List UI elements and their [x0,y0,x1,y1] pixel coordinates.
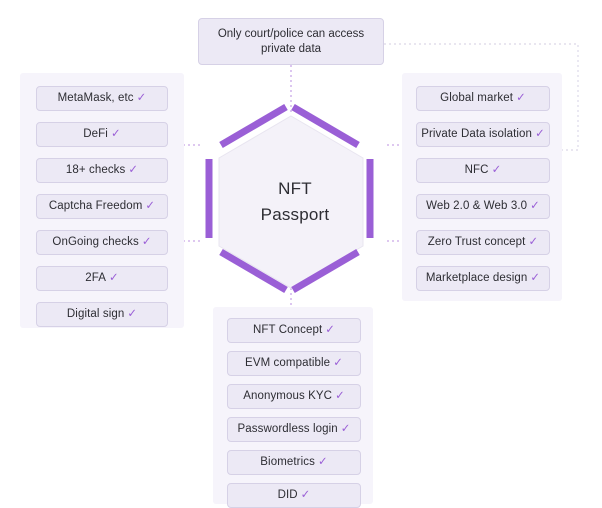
pill-label: DeFi [83,128,108,140]
pill-label: OnGoing checks [52,236,139,248]
check-icon: ✓ [516,92,526,104]
check-icon: ✓ [136,92,147,104]
pill-label: Marketplace design [425,272,528,284]
check-icon: ✓ [530,200,540,212]
check-icon: ✓ [535,128,545,140]
panel-left: MetaMask, etc ✓ DeFi ✓ 18+ checks ✓ Captcha… [20,73,184,328]
check-icon: ✓ [317,456,328,468]
pill-ongoing-checks[interactable]: OnGoing checks ✓ [36,230,168,255]
pill-label: Web 2.0 & Web 3.0 [426,200,528,212]
check-icon: ✓ [333,357,343,369]
check-icon: ✓ [145,200,156,212]
check-icon: ✓ [325,324,336,336]
pill-marketplace-design[interactable]: Marketplace design ✓ [416,266,550,291]
check-icon: ✓ [530,272,541,284]
pill-did[interactable]: DID ✓ [227,483,361,508]
pill-label: Global market [440,92,514,104]
pill-private-data-isolation[interactable]: Private Data isolation ✓ [416,122,550,147]
pill-zero-trust-concept[interactable]: Zero Trust concept ✓ [416,230,550,255]
panel-right: Global market ✓ Private Data isolation ✓ N… [402,73,562,301]
check-icon: ✓ [110,128,121,140]
check-icon: ✓ [528,236,539,248]
pill-evm-compatible[interactable]: EVM compatible ✓ [227,351,361,376]
pill-label: Zero Trust concept [427,236,526,248]
pill-global-market[interactable]: Global market ✓ [416,86,550,111]
pill-biometrics[interactable]: Biometrics ✓ [227,450,361,475]
panel-bottom: NFT Concept ✓ EVM compatible ✓ Anonymous K… [213,307,373,508]
check-icon: ✓ [109,272,119,284]
pill-defi[interactable]: DeFi ✓ [36,122,168,147]
pill-nft-concept[interactable]: NFT Concept ✓ [227,318,361,343]
pill-label: Passwordless login [237,423,338,435]
pill-digital-sign[interactable]: Digital sign ✓ [36,302,168,327]
check-icon: ✓ [340,423,351,435]
pill-label: Digital sign [66,308,125,320]
pill-2fa[interactable]: 2FA ✓ [36,266,168,291]
pill-label: 2FA [85,272,106,284]
pill-label: Captcha Freedom [48,200,143,212]
pill-captcha-freedom[interactable]: Captcha Freedom ✓ [36,194,168,219]
pill-metamask[interactable]: MetaMask, etc ✓ [36,86,168,111]
pill-passwordless-login[interactable]: Passwordless login ✓ [227,417,361,442]
pill-nfc[interactable]: NFC ✓ [416,158,550,183]
nft-passport-diagram: Only court/police can access private dat… [0,0,602,508]
pill-label: 18+ checks [65,164,126,176]
pill-label: EVM compatible [245,357,331,369]
check-icon: ✓ [127,308,138,320]
pill-label: MetaMask, etc [57,92,134,104]
check-icon: ✓ [491,164,502,176]
callout-text: Only court/police can access private dat… [217,27,365,55]
pill-label: Anonymous KYC [243,390,333,402]
check-icon: ✓ [128,164,139,176]
pill-label: NFC [464,164,489,176]
central-hexagon: NFT Passport [203,104,387,300]
pill-web20-web30[interactable]: Web 2.0 & Web 3.0 ✓ [416,194,550,219]
hexagon-label: NFT Passport [203,104,387,300]
pill-label: NFT Concept [252,324,323,336]
pill-anonymous-kyc[interactable]: Anonymous KYC ✓ [227,384,361,409]
pill-label: Private Data isolation [421,128,533,140]
check-icon: ✓ [335,390,345,402]
pill-label: Biometrics [260,456,315,468]
check-icon: ✓ [141,236,152,248]
pill-18plus-checks[interactable]: 18+ checks ✓ [36,158,168,183]
hexagon-title-line1: NFT [278,179,312,198]
hexagon-title-line2: Passport [260,205,330,224]
check-icon: ✓ [300,489,311,501]
callout-private-data: Only court/police can access private dat… [198,18,384,65]
pill-label: DID [277,489,298,501]
